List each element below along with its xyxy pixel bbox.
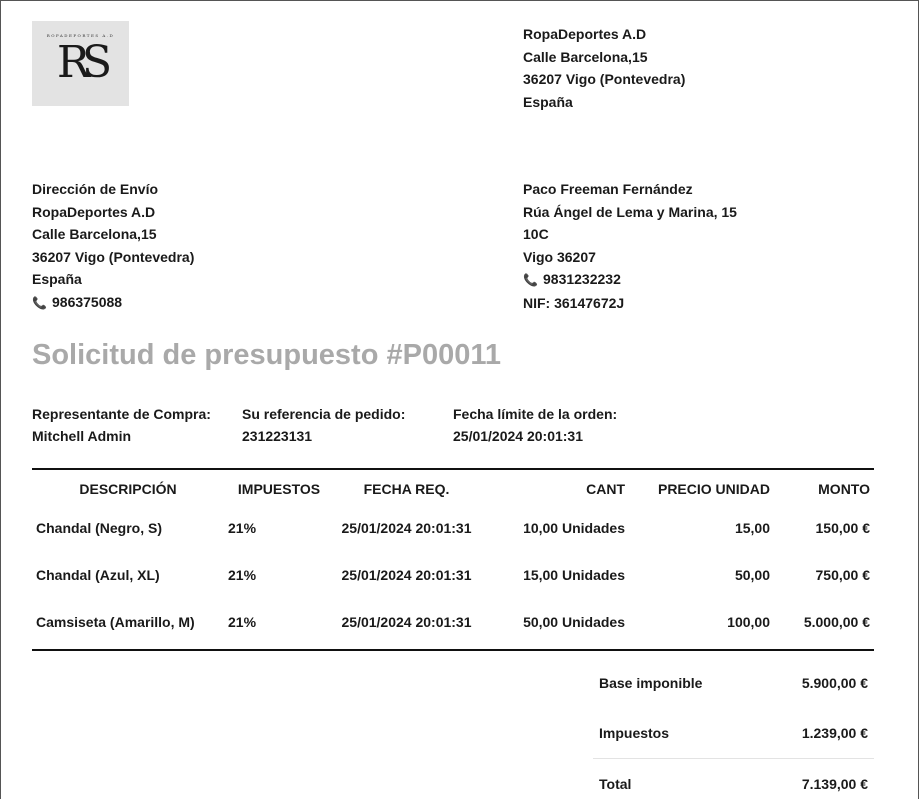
shipping-address: Dirección de Envío RopaDeportes A.D Call… <box>32 178 194 314</box>
ref-label: Su referencia de pedido: <box>242 406 406 422</box>
company-country: España <box>523 93 573 110</box>
cell-description: Chandal (Azul, XL) <box>36 566 160 583</box>
purchase-representative: Representante de Compra: Mitchell Admin <box>32 403 211 447</box>
phone-icon: 📞 <box>523 273 538 287</box>
order-deadline: Fecha límite de la orden: 25/01/2024 20:… <box>453 403 617 447</box>
tax-value: 1.239,00 € <box>760 708 874 759</box>
cell-taxes: 21% <box>228 566 257 583</box>
company-logo: ROPADEPORTES A.D RS <box>32 21 129 106</box>
company-street: Calle Barcelona,15 <box>523 48 648 65</box>
shipping-city: 36207 Vigo (Pontevedra) <box>32 248 195 265</box>
cell-taxes: 21% <box>228 520 257 536</box>
company-name: RopaDeportes A.D <box>523 26 647 42</box>
subtotal-row: Base imponible 5.900,00 € <box>593 658 874 708</box>
rep-label: Representante de Compra: <box>32 406 211 422</box>
table-row: Chandal (Azul, XL) 21% 25/01/2024 20:01:… <box>32 549 874 600</box>
cell-amount: 5.000,00 € <box>803 613 870 630</box>
logo-monogram: RS <box>56 37 112 88</box>
header-date: FECHA REQ. <box>363 480 450 497</box>
deadline-label: Fecha límite de la orden: <box>453 406 618 422</box>
document-title: Solicitud de presupuesto #P00011 <box>32 339 501 371</box>
cell-qty: 15,00 Unidades <box>523 566 625 583</box>
client-street2: 10C <box>523 226 549 242</box>
company-address: RopaDeportes A.D Calle Barcelona,15 3620… <box>523 23 685 113</box>
client-phone-number: 9831232232 <box>543 271 621 287</box>
cell-date: 25/01/2024 20:01:31 <box>341 613 472 630</box>
table-row: Chandal (Negro, S) 21% 25/01/2024 20:01:… <box>32 507 874 549</box>
header-qty: CANT <box>586 480 625 497</box>
cell-description: Camsiseta (Amarillo, M) <box>36 613 195 630</box>
shipping-name: RopaDeportes A.D <box>32 203 156 220</box>
totals-table: Base imponible 5.900,00 € Impuestos 1.23… <box>593 658 874 799</box>
cell-amount: 150,00 € <box>815 520 871 536</box>
total-label: Total <box>593 757 761 799</box>
company-city: 36207 Vigo (Pontevedra) <box>523 71 686 87</box>
client-name: Paco Freeman Fernández <box>523 181 693 197</box>
cell-price: 15,00 <box>734 520 770 536</box>
shipping-heading: Dirección de Envío <box>32 181 159 197</box>
quotation-document: ROPADEPORTES A.D RS RopaDeportes A.D Cal… <box>0 0 919 799</box>
total-value: 7.139,00 € <box>760 757 874 799</box>
cell-description: Chandal (Negro, S) <box>36 520 163 536</box>
header-taxes: IMPUESTOS <box>237 480 321 497</box>
shipping-street: Calle Barcelona,15 <box>32 226 157 242</box>
phone-icon: 📞 <box>32 295 47 310</box>
header-description: DESCRIPCIÓN <box>79 480 177 497</box>
client-nif: NIF: 36147672J <box>523 294 625 311</box>
tax-label: Impuestos <box>593 708 761 759</box>
subtotal-value: 5.900,00 € <box>801 675 868 691</box>
table-row: Camsiseta (Amarillo, M) 21% 25/01/2024 2… <box>32 600 874 650</box>
cell-date: 25/01/2024 20:01:31 <box>341 566 472 583</box>
order-reference: Su referencia de pedido: 231223131 <box>242 403 405 447</box>
client-phone: 📞 9831232232 <box>523 268 737 292</box>
subtotal-label: Base imponible <box>599 675 703 691</box>
header-price: PRECIO UNIDAD <box>657 480 770 497</box>
table-header-row: DESCRIPCIÓN IMPUESTOS FECHA REQ. CANT PR… <box>32 469 874 507</box>
tax-row: Impuestos 1.239,00 € <box>593 708 874 759</box>
client-street: Rúa Ángel de Lema y Marina, 15 <box>523 203 737 220</box>
cell-amount: 750,00 € <box>815 566 871 583</box>
header-amount: MONTO <box>818 480 870 497</box>
cell-price: 100,00 <box>727 613 770 630</box>
client-address: Paco Freeman Fernández Rúa Ángel de Lema… <box>523 178 737 314</box>
cell-price: 50,00 <box>734 566 770 583</box>
shipping-country: España <box>32 271 82 287</box>
total-row: Total 7.139,00 € <box>593 757 874 799</box>
cell-taxes: 21% <box>228 613 257 630</box>
shipping-phone-number: 986375088 <box>52 293 123 310</box>
cell-qty: 50,00 Unidades <box>523 613 625 630</box>
shipping-phone: 📞 986375088 <box>32 291 194 315</box>
deadline-value: 25/01/2024 20:01:31 <box>453 428 583 444</box>
rep-value: Mitchell Admin <box>32 428 132 444</box>
client-city: Vigo 36207 <box>523 248 596 265</box>
cell-date: 25/01/2024 20:01:31 <box>341 520 472 536</box>
order-lines-table: DESCRIPCIÓN IMPUESTOS FECHA REQ. CANT PR… <box>32 468 874 651</box>
cell-qty: 10,00 Unidades <box>523 520 625 536</box>
ref-value: 231223131 <box>242 428 313 444</box>
